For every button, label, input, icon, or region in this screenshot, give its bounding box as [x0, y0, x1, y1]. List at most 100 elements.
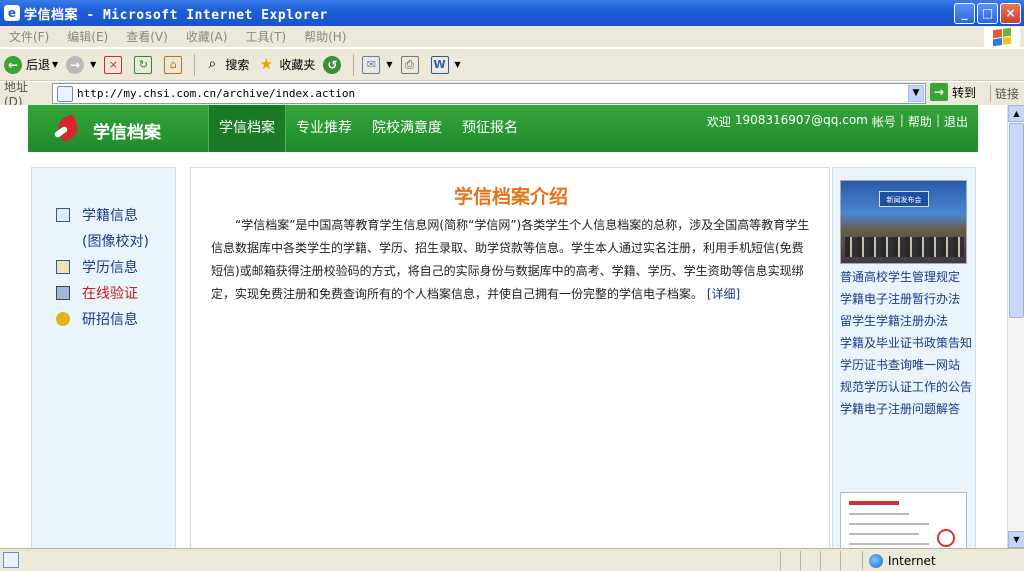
account-link[interactable]: 帐号	[872, 113, 896, 130]
scroll-up-button[interactable]: ▲	[1008, 105, 1024, 122]
stop-icon: ×	[104, 55, 123, 74]
chevron-down-icon[interactable]: ▼	[455, 60, 461, 69]
links-button[interactable]: 链接	[990, 85, 1019, 102]
policy-link[interactable]: 规范学历认证工作的公告	[840, 376, 972, 398]
chsi-logo-icon[interactable]	[52, 113, 82, 143]
menu-help[interactable]: 帮助(H)	[295, 28, 355, 45]
chevron-down-icon[interactable]: ▼	[52, 60, 58, 69]
address-dropdown-button[interactable]: ▼	[908, 85, 924, 102]
scroll-thumb[interactable]	[1009, 123, 1024, 318]
main-content: 学信档案介绍 “学信档案”是中国高等教育学生信息网(简称“学信网”)各类学生个人…	[190, 167, 830, 548]
sidebar-item-label[interactable]: 学历信息	[82, 257, 138, 277]
go-label: 转到	[952, 85, 977, 100]
favorites-label: 收藏夹	[279, 58, 316, 72]
nav-item-school-satisfaction[interactable]: 院校满意度	[362, 105, 452, 152]
menu-tools[interactable]: 工具(T)	[236, 28, 295, 45]
status-divider	[840, 551, 841, 570]
medal-icon	[56, 312, 70, 326]
window-titlebar: e 学信档案 - Microsoft Internet Explorer _ □…	[0, 0, 1024, 26]
sidebar-item-enrollment[interactable]: 学籍信息	[56, 202, 149, 228]
policy-link[interactable]: 学籍电子注册暂行办法	[840, 288, 972, 310]
intro-paragraph: “学信档案”是中国高等教育学生信息网(简称“学信网”)各类学生个人信息档案的总称…	[211, 214, 811, 306]
right-sidebar: 新闻发布会 普通高校学生管理规定 学籍电子注册暂行办法 留学生学籍注册办法 学籍…	[832, 167, 976, 548]
windows-flag-icon	[984, 27, 1020, 47]
address-input[interactable]: http://my.chsi.com.cn/archive/index.acti…	[52, 83, 926, 104]
zone-label: Internet	[888, 553, 936, 568]
chevron-down-icon[interactable]: ▼	[386, 60, 392, 69]
more-link[interactable]: [详细]	[707, 287, 740, 301]
sidebar-item-label[interactable]: 学籍信息	[82, 205, 138, 225]
page-icon	[57, 85, 73, 102]
logout-link[interactable]: 退出	[944, 113, 968, 130]
mail-button[interactable]: ✉ ▼	[358, 52, 396, 78]
user-bar: 欢迎 1908316907@qq.com 帐号 | 帮助 | 退出	[707, 113, 968, 130]
policy-link[interactable]: 普通高校学生管理规定	[840, 266, 972, 288]
forward-arrow-icon: →	[66, 55, 85, 74]
menu-edit[interactable]: 编辑(E)	[58, 28, 117, 45]
chevron-down-icon[interactable]: ▼	[90, 60, 96, 69]
photo-banner: 新闻发布会	[879, 191, 929, 207]
policy-link[interactable]: 学历证书查询唯一网站	[840, 354, 972, 376]
audience-decoration	[845, 237, 964, 257]
sidebar-item-degree[interactable]: 学历信息	[56, 254, 149, 280]
page-title: 学信档案介绍	[453, 186, 568, 208]
print-button[interactable]: ⎙	[397, 52, 427, 78]
vertical-scrollbar[interactable]: ▲ ▼	[1007, 105, 1024, 548]
press-conference-image[interactable]: 新闻发布会	[840, 180, 967, 264]
policy-link[interactable]: 学籍及毕业证书政策告知	[840, 332, 972, 354]
go-arrow-icon: →	[930, 83, 948, 101]
sidebar-item-label[interactable]: 研招信息	[82, 309, 138, 329]
certificate-image[interactable]	[840, 492, 967, 548]
separator: |	[935, 113, 940, 127]
minimize-button[interactable]: _	[954, 3, 975, 24]
policy-links: 普通高校学生管理规定 学籍电子注册暂行办法 留学生学籍注册办法 学籍及毕业证书政…	[840, 266, 972, 420]
menu-view[interactable]: 查看(V)	[117, 28, 177, 45]
nav-item-pre-conscription[interactable]: 预征报名	[452, 105, 528, 152]
sidebar-item-label[interactable]: 在线验证	[82, 283, 138, 303]
sidebar-item-label[interactable]: (图像校对)	[82, 231, 149, 251]
back-button[interactable]: ← 后退 ▼	[0, 52, 62, 78]
nav-item-archive[interactable]: 学信档案	[208, 105, 286, 152]
edit-word-button[interactable]: W ▼	[427, 52, 465, 78]
menu-favorites[interactable]: 收藏(A)	[177, 28, 237, 45]
menu-file[interactable]: 文件(F)	[0, 28, 58, 45]
forward-button[interactable]: → ▼	[62, 52, 100, 78]
site-title[interactable]: 学信档案	[93, 118, 161, 143]
ie-logo-icon: e	[4, 5, 20, 21]
nav-item-major-recommend[interactable]: 专业推荐	[286, 105, 362, 152]
history-button[interactable]: ↺	[319, 52, 349, 78]
close-button[interactable]: ×	[1000, 3, 1021, 24]
sidebar-item-graduate-admission[interactable]: 研招信息	[56, 306, 149, 332]
sidebar-item-online-verify[interactable]: 在线验证	[56, 280, 149, 306]
address-url[interactable]: http://my.chsi.com.cn/archive/index.acti…	[77, 87, 355, 100]
history-icon: ↺	[323, 55, 342, 74]
print-icon: ⎙	[400, 55, 419, 74]
user-email: 1908316907@qq.com	[734, 113, 868, 127]
policy-link[interactable]: 留学生学籍注册办法	[840, 310, 972, 332]
favorites-button[interactable]: ★ 收藏夹	[253, 52, 319, 78]
status-divider	[800, 551, 801, 570]
welcome-text: 欢迎	[706, 115, 731, 129]
search-label: 搜索	[225, 58, 250, 72]
separator: |	[899, 113, 904, 127]
maximize-button[interactable]: □	[977, 3, 998, 24]
page-status-icon	[3, 552, 19, 568]
globe-icon	[869, 553, 883, 568]
policy-link[interactable]: 学籍电子注册问题解答	[840, 398, 972, 420]
status-divider	[820, 551, 821, 570]
scroll-down-button[interactable]: ▼	[1008, 531, 1024, 548]
refresh-button[interactable]: ↻	[130, 52, 160, 78]
refresh-icon: ↻	[134, 55, 153, 74]
toolbar: ← 后退 ▼ → ▼ × ↻ ⌂ ⌕ 搜索 ★ 收藏夹 ↺ ✉ ▼ ⎙ W ▼	[0, 49, 1024, 81]
stop-button[interactable]: ×	[100, 52, 130, 78]
toolbar-divider	[194, 53, 196, 76]
help-link[interactable]: 帮助	[908, 113, 932, 130]
site-header: 学信档案 学信档案 专业推荐 院校满意度 预征报名 欢迎 1908316907@…	[28, 105, 978, 152]
status-divider	[780, 551, 781, 570]
sidebar-item-photo-check[interactable]: (图像校对)	[56, 228, 149, 254]
search-button[interactable]: ⌕ 搜索	[199, 52, 253, 78]
go-button[interactable]: → 转到	[930, 83, 976, 101]
toolbar-divider	[353, 53, 355, 76]
home-button[interactable]: ⌂	[160, 52, 190, 78]
search-icon: ⌕	[208, 55, 217, 72]
